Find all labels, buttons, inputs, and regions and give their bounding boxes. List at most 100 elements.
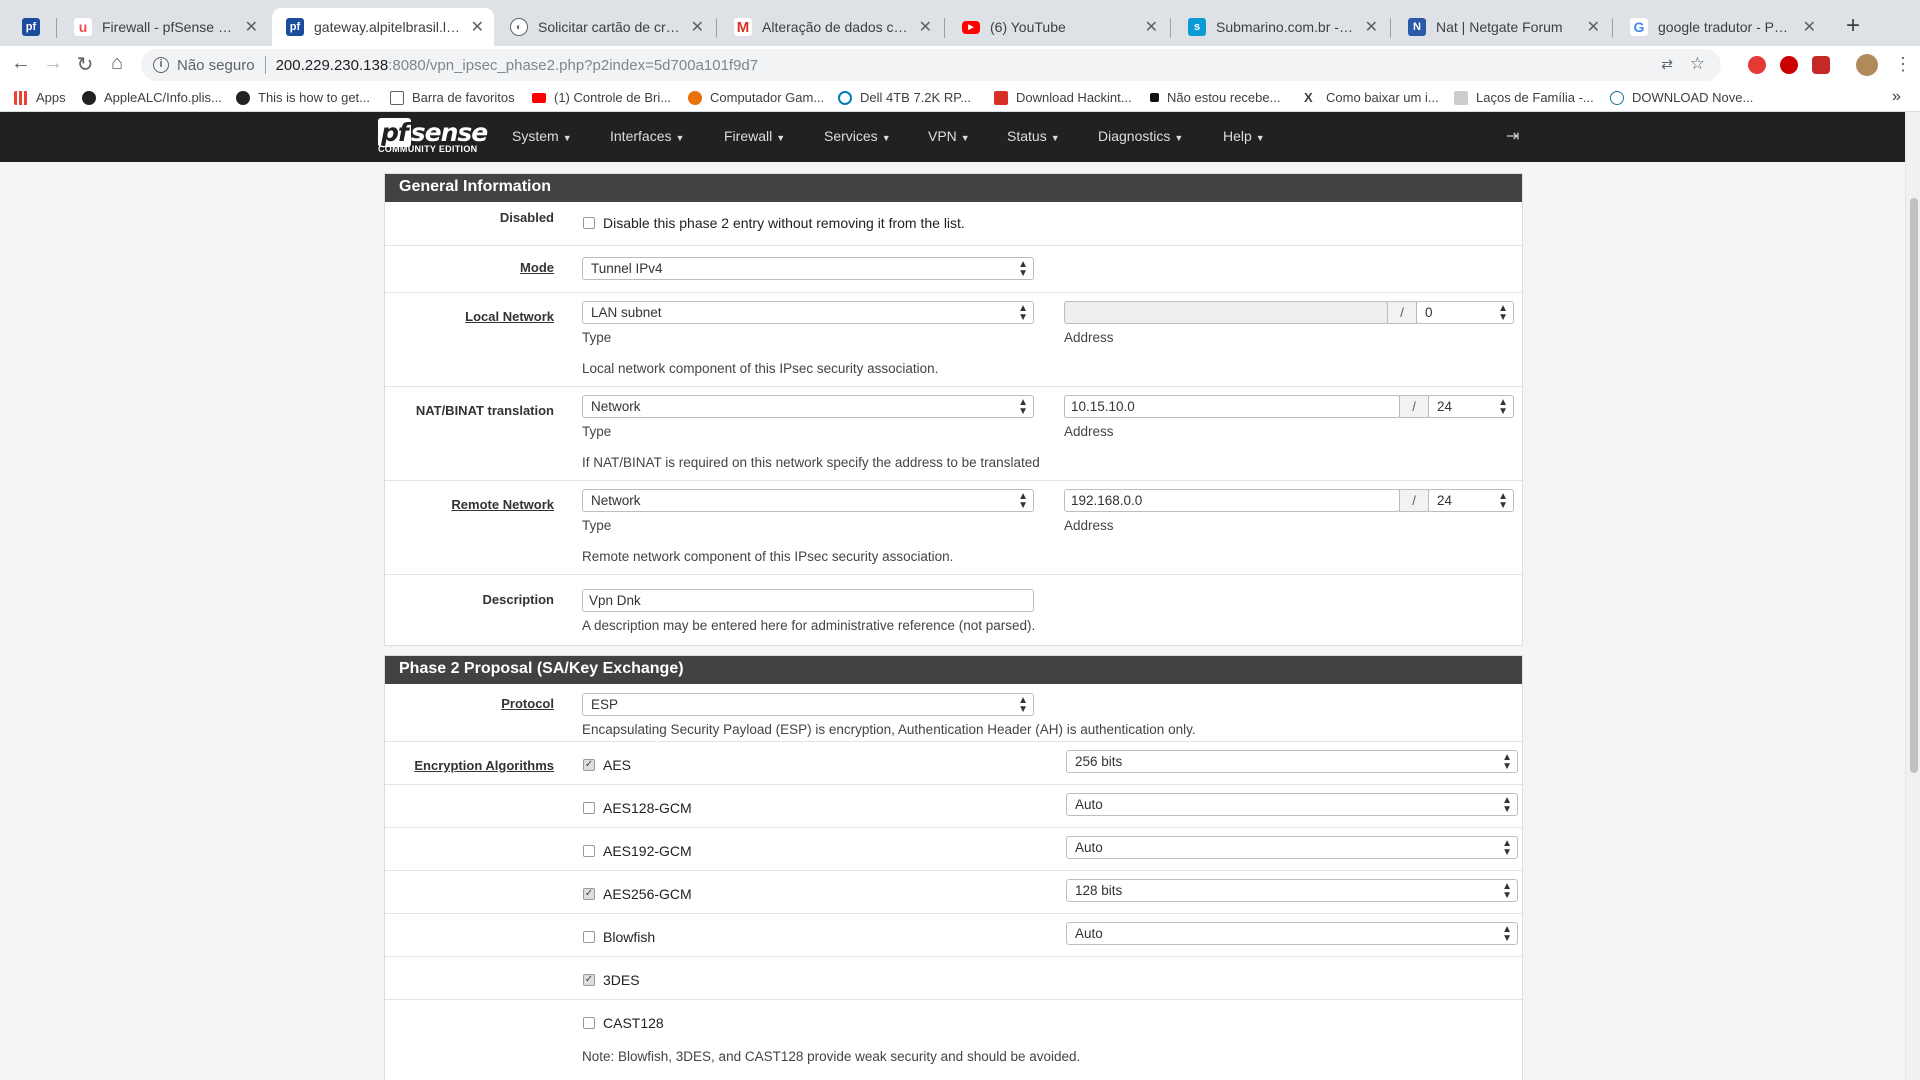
remote-network-address-input[interactable]: 192.168.0.0	[1064, 489, 1400, 512]
home-icon[interactable]: ⌂	[104, 52, 130, 75]
close-icon[interactable]: ✕	[471, 17, 484, 37]
tab-udemy[interactable]: u Firewall - pfSense Completo ✕	[60, 8, 268, 46]
bookmark-computador[interactable]: Computador Gam...	[688, 90, 824, 105]
tab-credit-card[interactable]: ◐ Solicitar cartão de crédito B ✕	[496, 8, 714, 46]
pocket-extension-icon[interactable]	[1812, 56, 1830, 74]
aes128-gcm-keylength-select[interactable]: Auto ▲ ▼	[1066, 793, 1518, 816]
translate-icon[interactable]: ⇄	[1661, 56, 1673, 73]
local-network-mask-select[interactable]: 0 ▲ ▼	[1416, 301, 1514, 324]
3des-checkbox[interactable]: ✓	[583, 974, 595, 986]
bookmark-controle[interactable]: (1) Controle de Bri...	[532, 90, 671, 105]
new-tab-plus-icon[interactable]: +	[1846, 12, 1860, 40]
disabled-checkbox[interactable]	[583, 217, 595, 229]
description-input[interactable]: Vpn Dnk	[582, 589, 1034, 612]
scrollbar-thumb[interactable]	[1910, 198, 1918, 773]
bookmark-star-icon[interactable]: ☆	[1690, 54, 1705, 74]
logo-edition: COMMUNITY EDITION	[378, 144, 478, 154]
aes192-gcm-checkbox[interactable]	[583, 845, 595, 857]
bookmark-como-baixar[interactable]: X Como baixar um i...	[1304, 90, 1439, 105]
select-value: 0	[1425, 305, 1433, 320]
close-icon[interactable]: ✕	[691, 17, 704, 37]
select-arrows-icon: ▲ ▼	[1018, 397, 1028, 417]
back-arrow-icon[interactable]: ←	[8, 52, 34, 75]
opera-extension-icon[interactable]	[1780, 56, 1798, 74]
remote-network-mask-select[interactable]: 24 ▲ ▼	[1428, 489, 1514, 512]
tab-gateway-active[interactable]: pf gateway.alpitelbrasil.local - ✕	[272, 8, 494, 46]
remote-network-type-select[interactable]: Network ▲ ▼	[582, 489, 1034, 512]
protocol-select[interactable]: ESP ▲ ▼	[582, 693, 1034, 716]
close-icon[interactable]: ✕	[1587, 17, 1600, 37]
protocol-label[interactable]: Protocol	[501, 696, 554, 711]
pfsense-logo[interactable]: pf sense COMMUNITY EDITION	[378, 118, 488, 154]
bookmark-how-to[interactable]: This is how to get...	[236, 90, 370, 105]
bookmark-download-nove[interactable]: DOWNLOAD Nove...	[1610, 90, 1753, 105]
nat-type-select[interactable]: Network ▲ ▼	[582, 395, 1034, 418]
nat-mask-select[interactable]: 24 ▲ ▼	[1428, 395, 1514, 418]
caret-down-icon: ▼	[1050, 133, 1060, 143]
aes192-gcm-keylength-select[interactable]: Auto ▲ ▼	[1066, 836, 1518, 859]
bookmark-applealc[interactable]: AppleALC/Info.plis...	[82, 90, 222, 105]
cast128-checkbox[interactable]	[583, 1017, 595, 1029]
bookmark-label: Apps	[36, 90, 66, 105]
tab-google-translate[interactable]: G google tradutor - Pesquisa ✕	[1616, 8, 1826, 46]
mode-select[interactable]: Tunnel IPv4 ▲ ▼	[582, 257, 1034, 280]
close-icon[interactable]: ✕	[245, 17, 258, 37]
close-icon[interactable]: ✕	[1365, 17, 1378, 37]
aes256-gcm-keylength-select[interactable]: 128 bits ▲ ▼	[1066, 879, 1518, 902]
local-network-type-select[interactable]: LAN subnet ▲ ▼	[582, 301, 1034, 324]
close-icon[interactable]: ✕	[1803, 17, 1816, 37]
bookmark-nao-estou[interactable]: Não estou recebe...	[1150, 90, 1280, 105]
bookmark-dell[interactable]: Dell 4TB 7.2K RP...	[838, 90, 971, 105]
info-icon[interactable]: i	[153, 57, 169, 73]
cidr-slash: /	[1399, 489, 1429, 512]
close-icon[interactable]: ✕	[1145, 17, 1158, 37]
blowfish-checkbox[interactable]	[583, 931, 595, 943]
aes-checkbox[interactable]: ✓	[583, 759, 595, 771]
page-scrollbar[interactable]	[1905, 112, 1920, 1080]
close-icon[interactable]: ✕	[919, 17, 932, 37]
remote-network-label[interactable]: Remote Network	[451, 497, 554, 512]
bookmark-apps[interactable]: Apps	[14, 90, 66, 105]
mode-label[interactable]: Mode	[520, 260, 554, 275]
tab-netgate-forum[interactable]: N Nat | Netgate Forum ✕	[1394, 8, 1610, 46]
tab-title: Alteração de dados cadastr	[762, 19, 911, 35]
encryption-algorithms-label[interactable]: Encryption Algorithms	[414, 758, 554, 773]
tab-youtube[interactable]: ▶ (6) YouTube ✕	[948, 8, 1168, 46]
bookmark-hackintosh[interactable]: Download Hackint...	[994, 90, 1132, 105]
adblock-extension-icon[interactable]	[1748, 56, 1766, 74]
menu-diagnostics[interactable]: Diagnostics ▼	[1098, 128, 1183, 144]
kebab-menu-icon[interactable]: ⋮	[1894, 54, 1912, 75]
submarino-favicon-icon: s	[1188, 18, 1206, 36]
bookmark-lacos[interactable]: Laços de Família -...	[1454, 90, 1594, 105]
nat-address-input[interactable]: 10.15.10.0	[1064, 395, 1400, 418]
tab-submarino[interactable]: s Submarino.com.br - Os proc ✕	[1174, 8, 1388, 46]
tab-gmail[interactable]: M Alteração de dados cadastr ✕	[720, 8, 942, 46]
bookmarks-overflow-chevron-icon[interactable]: »	[1892, 88, 1901, 106]
aes-keylength-select[interactable]: 256 bits ▲ ▼	[1066, 750, 1518, 773]
select-value: Network	[591, 493, 641, 508]
select-arrows-icon: ▲ ▼	[1018, 303, 1028, 323]
menu-firewall[interactable]: Firewall ▼	[724, 128, 785, 144]
forward-arrow-icon[interactable]: →	[40, 52, 66, 75]
aes256-gcm-checkbox[interactable]: ✓	[583, 888, 595, 900]
menu-status[interactable]: Status ▼	[1007, 128, 1060, 144]
menu-help[interactable]: Help ▼	[1223, 128, 1265, 144]
menu-system[interactable]: System ▼	[512, 128, 572, 144]
address-bar[interactable]: i Não seguro 200.229.230.138 :8080/vpn_i…	[141, 49, 1721, 81]
blowfish-keylength-select[interactable]: Auto ▲ ▼	[1066, 922, 1518, 945]
local-network-label[interactable]: Local Network	[465, 309, 554, 324]
tab-pinned-pfsense[interactable]: pf	[8, 8, 54, 46]
protocol-help: Encapsulating Security Payload (ESP) is …	[582, 722, 1196, 737]
menu-vpn[interactable]: VPN ▼	[928, 128, 970, 144]
logout-icon[interactable]: ⇥	[1506, 126, 1519, 146]
menu-interfaces[interactable]: Interfaces ▼	[610, 128, 684, 144]
select-value: Auto	[1075, 926, 1103, 941]
bookmark-label: DOWNLOAD Nove...	[1632, 90, 1754, 105]
avatar[interactable]	[1856, 54, 1878, 76]
aes128-gcm-checkbox[interactable]	[583, 802, 595, 814]
menu-services[interactable]: Services ▼	[824, 128, 891, 144]
bookmark-folder-favoritos[interactable]: Barra de favoritos	[390, 90, 515, 105]
tab-title: Firewall - pfSense Completo	[102, 19, 237, 35]
reload-icon[interactable]: ↻	[72, 52, 98, 77]
local-network-address-input[interactable]	[1064, 301, 1388, 324]
